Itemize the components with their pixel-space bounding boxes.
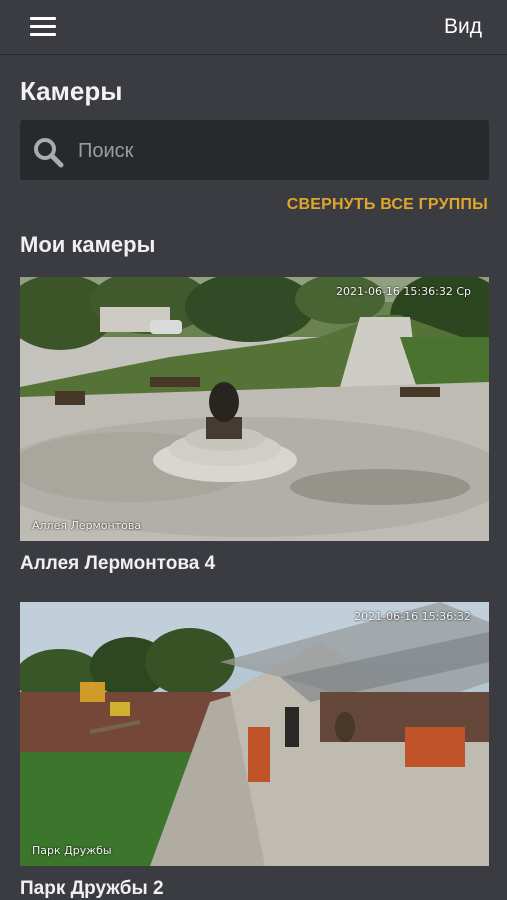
camera-card[interactable]: 2021-06-16 15:36:32 Парк Дружбы Парк Дру…	[20, 602, 489, 900]
camera-overlay-name: Аллея Лермонтова	[32, 519, 142, 532]
camera-preview-image	[20, 277, 489, 541]
collapse-all-groups-link[interactable]: СВЕРНУТЬ ВСЕ ГРУППЫ	[287, 196, 488, 214]
search-bar[interactable]	[20, 120, 489, 180]
camera-title[interactable]: Парк Дружбы 2	[20, 878, 489, 900]
camera-timestamp: 2021-06-16 15:36:32 Ср	[336, 285, 471, 298]
section-title: Мои камеры	[20, 232, 156, 257]
camera-title[interactable]: Аллея Лермонтова 4	[20, 553, 489, 575]
camera-timestamp: 2021-06-16 15:36:32	[354, 610, 471, 623]
hamburger-menu-icon[interactable]	[30, 17, 56, 37]
search-input[interactable]	[76, 130, 480, 172]
camera-thumbnail[interactable]: 2021-06-16 15:36:32 Ср Аллея Лермонтова	[20, 277, 489, 541]
top-bar: Вид	[0, 0, 507, 55]
page-title: Камеры	[20, 76, 123, 106]
view-button[interactable]: Вид	[444, 15, 482, 39]
camera-preview-image	[20, 602, 489, 866]
search-icon	[34, 138, 64, 168]
camera-thumbnail[interactable]: 2021-06-16 15:36:32 Парк Дружбы	[20, 602, 489, 866]
camera-overlay-name: Парк Дружбы	[32, 844, 112, 857]
camera-card[interactable]: 2021-06-16 15:36:32 Ср Аллея Лермонтова …	[20, 277, 489, 575]
